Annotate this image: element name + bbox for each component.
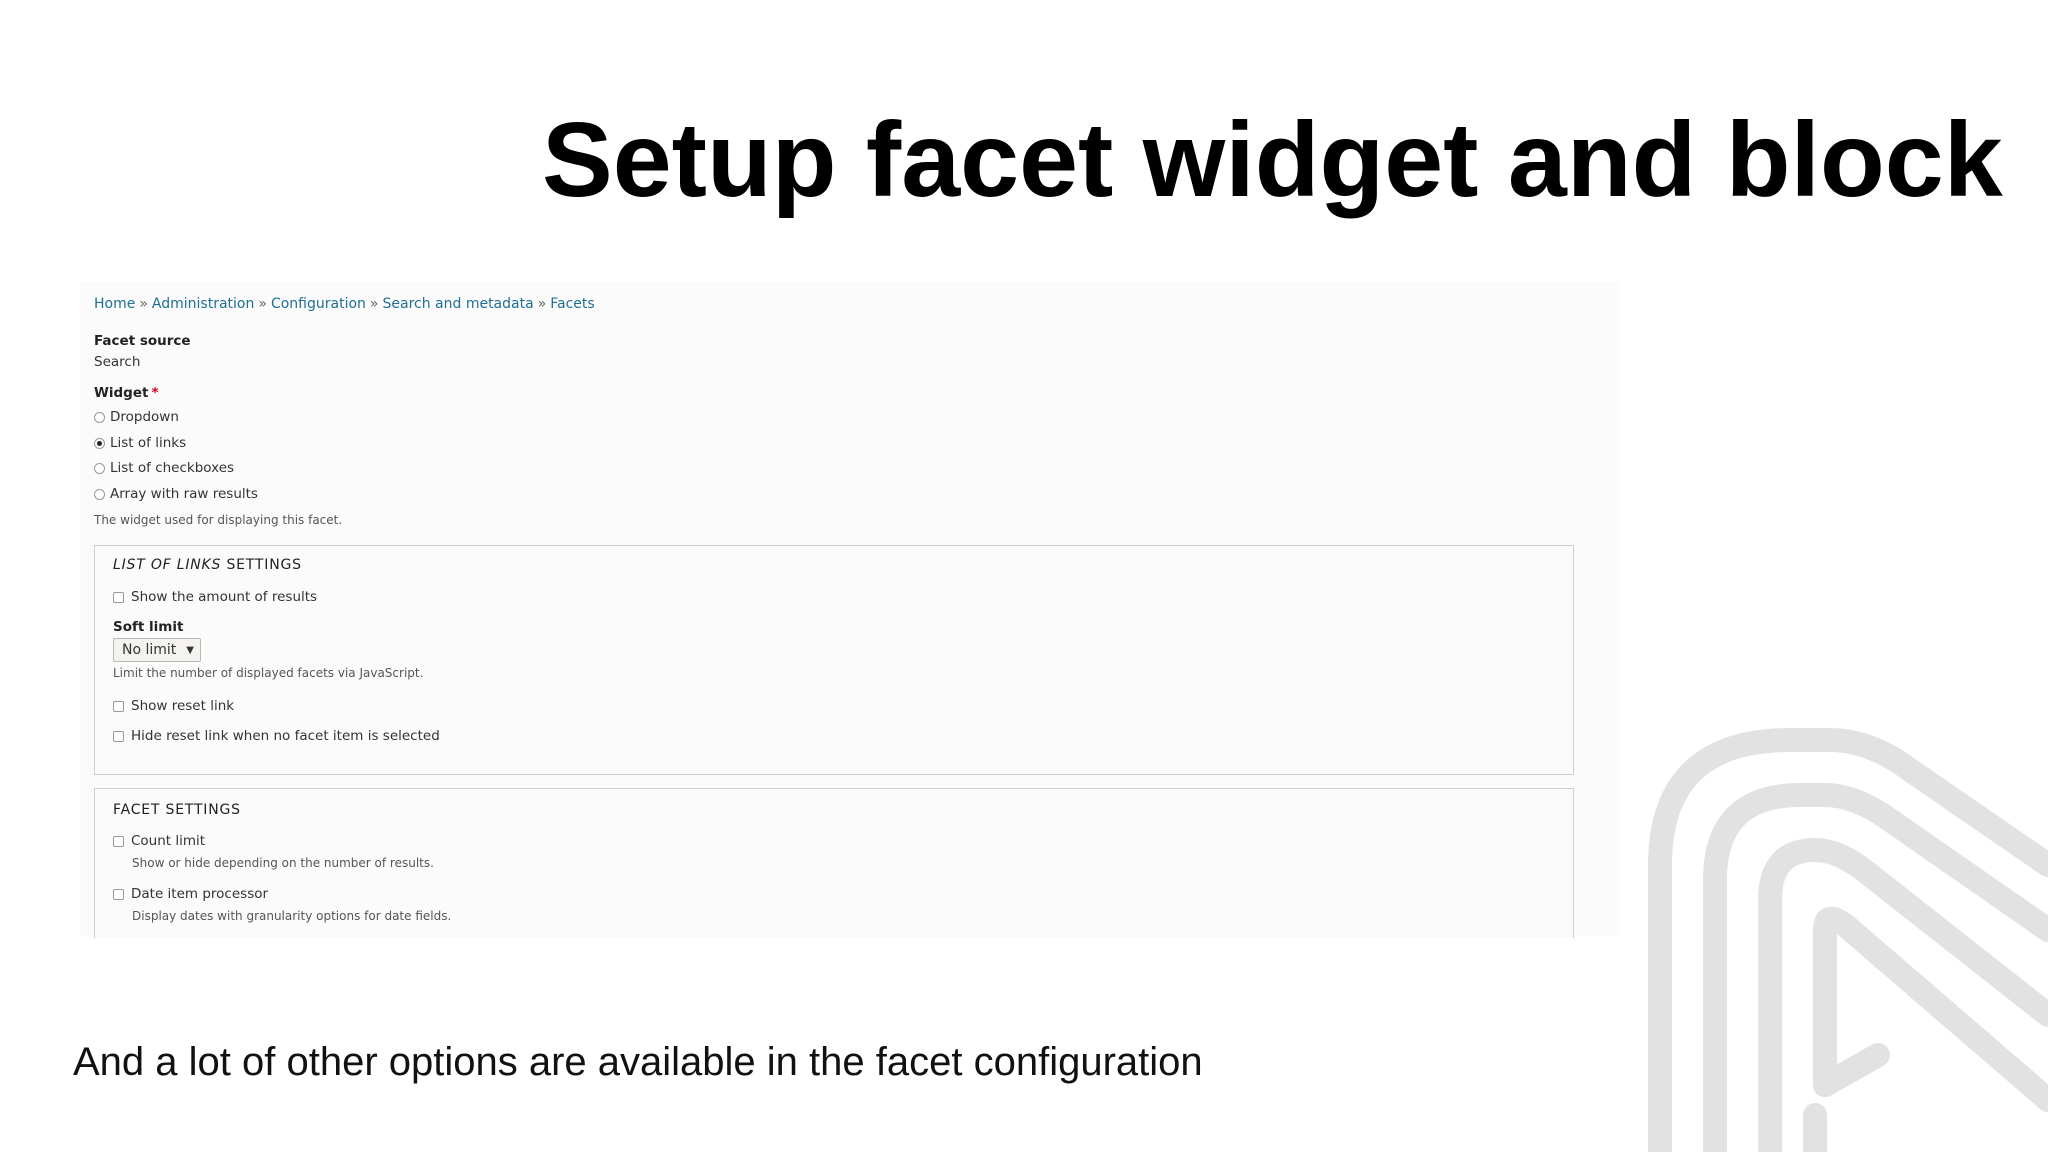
widget-option-list-of-checkboxes[interactable]: List of checkboxes: [94, 459, 234, 477]
breadcrumb: Home» Administration» Configuration» Search…: [94, 296, 595, 312]
soft-limit-select[interactable]: No limit ▼: [113, 638, 201, 662]
slide-caption: And a lot of other options are available…: [73, 1040, 1203, 1084]
radio-button-selected[interactable]: [94, 437, 105, 449]
checkbox-label: Count limit: [131, 833, 206, 849]
widget-label: Widget *: [94, 385, 159, 401]
widget-option-label: List of links: [110, 435, 187, 451]
count-limit-description: Show or hide depending on the number of …: [132, 856, 434, 870]
facet-source-value: Search: [94, 354, 141, 370]
date-processor-description: Display dates with granularity options f…: [132, 909, 452, 923]
drupal-facet-screenshot: Home» Administration» Configuration» Search…: [80, 282, 1620, 938]
breadcrumb-configuration[interactable]: Configuration: [271, 296, 366, 312]
widget-label-text: Widget: [94, 385, 149, 401]
breadcrumb-search-and-metadata[interactable]: Search and metadata: [382, 296, 533, 312]
radio-button[interactable]: [94, 411, 105, 423]
checkbox[interactable]: [113, 591, 124, 603]
breadcrumb-facets[interactable]: Facets: [550, 296, 594, 312]
widget-description: The widget used for displaying this face…: [94, 513, 343, 527]
hide-reset-link-checkbox-row[interactable]: Hide reset link when no facet item is se…: [113, 727, 440, 745]
legend-italic: LIST OF LINKS: [113, 557, 222, 573]
slide-title: Setup facet widget and block: [542, 101, 2003, 219]
breadcrumb-separator: »: [369, 296, 379, 312]
list-of-links-settings-fieldset: LIST OF LINKS SETTINGS Show the amount o…: [94, 545, 1574, 775]
breadcrumb-separator: »: [537, 296, 547, 312]
legend-rest: SETTINGS: [221, 557, 302, 573]
checkbox-label: Show reset link: [131, 698, 235, 714]
checkbox[interactable]: [113, 835, 124, 847]
breadcrumb-administration[interactable]: Administration: [152, 296, 254, 312]
brand-logo-icon: [1648, 728, 2048, 1152]
count-limit-checkbox-row[interactable]: Count limit: [113, 832, 205, 850]
list-of-links-settings-legend: LIST OF LINKS SETTINGS: [113, 557, 302, 573]
show-reset-link-checkbox-row[interactable]: Show reset link: [113, 697, 234, 715]
checkbox-label: Hide reset link when no facet item is se…: [131, 728, 440, 744]
required-marker: *: [151, 385, 159, 401]
soft-limit-description: Limit the number of displayed facets via…: [113, 666, 424, 680]
show-amount-checkbox-row[interactable]: Show the amount of results: [113, 588, 317, 606]
radio-button[interactable]: [94, 488, 105, 500]
widget-option-dropdown[interactable]: Dropdown: [94, 408, 179, 426]
checkbox-label: Show the amount of results: [131, 589, 318, 605]
facet-settings-fieldset: FACET SETTINGS Count limit Show or hide …: [94, 788, 1574, 938]
widget-option-label: Dropdown: [110, 409, 179, 425]
facet-source-label: Facet source: [94, 333, 191, 349]
checkbox[interactable]: [113, 888, 124, 900]
breadcrumb-home[interactable]: Home: [94, 296, 135, 312]
breadcrumb-separator: »: [139, 296, 148, 312]
soft-limit-value: No limit: [122, 642, 177, 658]
checkbox[interactable]: [113, 730, 124, 742]
soft-limit-label: Soft limit: [113, 619, 184, 635]
date-processor-checkbox-row[interactable]: Date item processor: [113, 885, 268, 903]
checkbox[interactable]: [113, 700, 124, 712]
radio-button[interactable]: [94, 462, 105, 474]
widget-option-list-of-links[interactable]: List of links: [94, 434, 186, 452]
widget-option-array-raw-results[interactable]: Array with raw results: [94, 485, 258, 503]
facet-settings-legend: FACET SETTINGS: [113, 802, 241, 818]
chevron-down-icon: ▼: [186, 644, 194, 656]
checkbox-label: Date item processor: [131, 886, 269, 902]
breadcrumb-separator: »: [258, 296, 267, 312]
widget-option-label: List of checkboxes: [110, 460, 235, 476]
widget-option-label: Array with raw results: [110, 486, 258, 502]
